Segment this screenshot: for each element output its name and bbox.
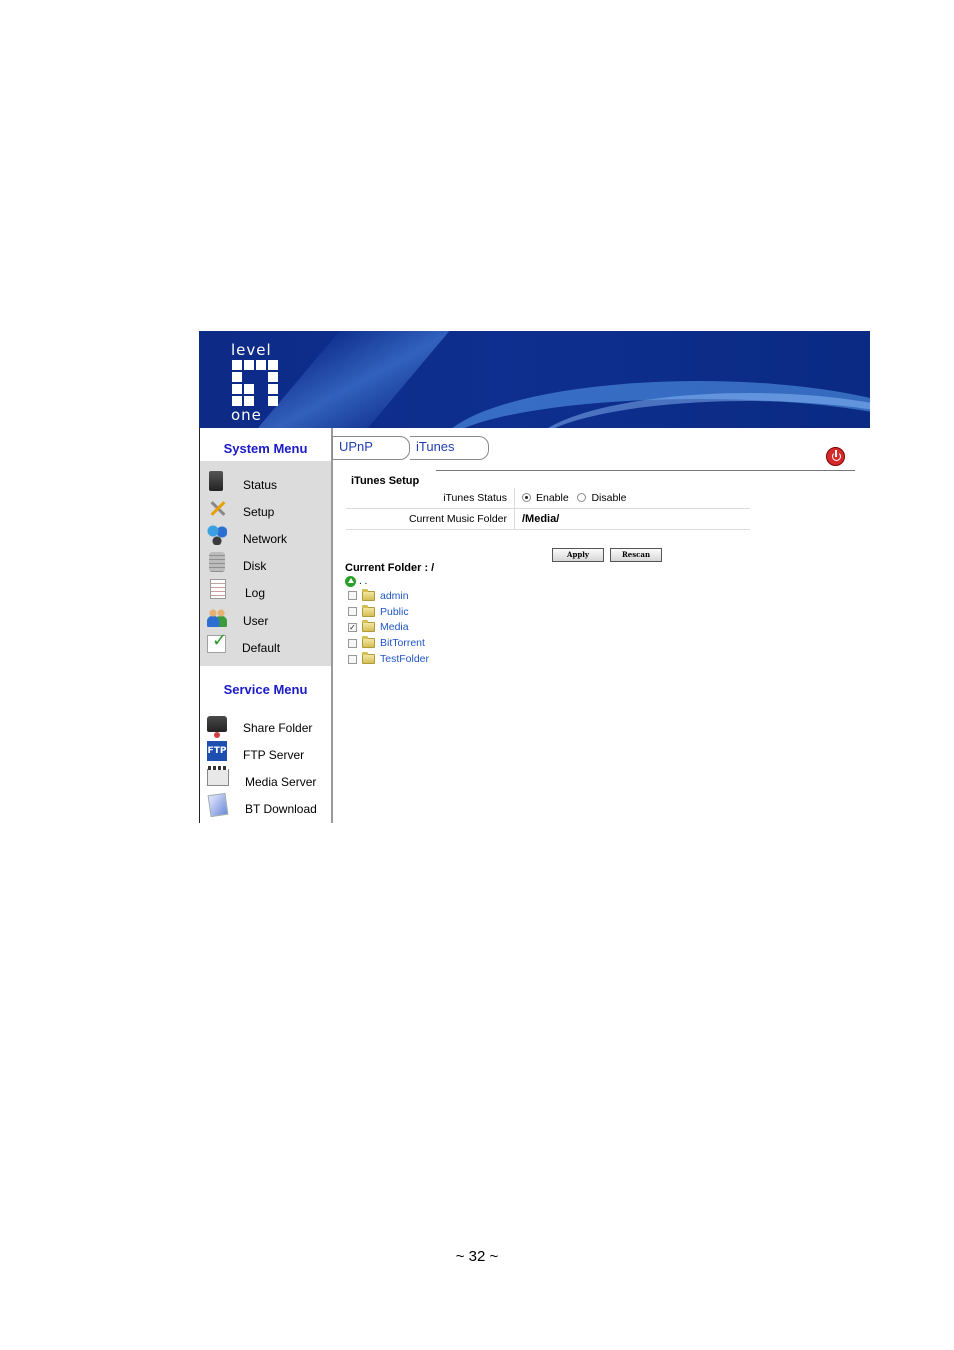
sidebar-item-label: BT Download: [245, 802, 317, 817]
folder-checkbox-checked[interactable]: ✓: [348, 622, 357, 632]
log-icon: [210, 579, 226, 600]
folder-list: admin Public ✓ Media BitTorrent TestFold…: [348, 588, 429, 667]
rescan-button[interactable]: Rescan: [610, 548, 662, 562]
sidebar-item-label: Network: [243, 531, 288, 546]
music-folder-row: Current Music Folder /Media/: [346, 508, 750, 530]
disable-radio[interactable]: [577, 493, 587, 502]
nas-admin-screenshot: level one System Menu Status Setup Netwo…: [199, 331, 870, 823]
sidebar-item-label: Setup: [243, 504, 275, 519]
list-item: admin: [348, 588, 429, 604]
bt-download-icon: [207, 793, 229, 818]
sidebar-item-disk[interactable]: Disk: [200, 549, 331, 576]
user-icon: [207, 606, 227, 627]
system-menu: Status Setup Network Disk Log User ✓ Def…: [200, 461, 331, 666]
folder-icon: [362, 588, 375, 601]
apply-button[interactable]: Apply: [552, 548, 604, 562]
enable-label: Enable: [536, 492, 569, 504]
sidebar-item-ftp-server[interactable]: FTP FTP Server: [200, 737, 331, 764]
itunes-setup-title: iTunes Setup: [351, 475, 420, 487]
tab-upnp[interactable]: UPnP: [332, 436, 410, 460]
sidebar-item-media-server[interactable]: Media Server: [200, 764, 331, 791]
sidebar-item-user[interactable]: User: [200, 603, 331, 630]
music-folder-label: Current Music Folder: [346, 508, 515, 530]
setup-icon: [207, 498, 227, 518]
current-folder-label: Current Folder : /: [345, 562, 435, 574]
sidebar: System Menu Status Setup Network Disk Lo…: [199, 428, 333, 823]
disable-label: Disable: [591, 492, 627, 504]
music-folder-value: /Media/: [514, 508, 750, 530]
folder-checkbox[interactable]: [348, 591, 357, 601]
sidebar-item-label: Default: [242, 640, 281, 655]
levelone-logo: level one: [231, 343, 279, 423]
main-panel: UPnP iTunes iTunes Setup iTunes Status E…: [332, 428, 870, 823]
sidebar-item-network[interactable]: Network: [200, 521, 331, 548]
media-server-icon: [207, 766, 229, 787]
sidebar-item-label: Media Server: [245, 774, 317, 789]
sidebar-item-label: Status: [243, 477, 278, 492]
folder-checkbox[interactable]: [348, 638, 357, 648]
tab-itunes[interactable]: iTunes: [410, 436, 489, 460]
service-menu: Share Folder FTP FTP Server Media Server…: [200, 706, 331, 819]
up-arrow-icon: [345, 576, 356, 587]
logo-text-bottom: one: [231, 406, 262, 424]
list-item: BitTorrent: [348, 635, 429, 651]
folder-link[interactable]: TestFolder: [380, 653, 429, 665]
tab-underline: [436, 470, 855, 471]
sidebar-item-label: Share Folder: [243, 720, 313, 735]
network-icon: [207, 524, 227, 545]
sidebar-item-setup[interactable]: Setup: [200, 494, 331, 521]
itunes-status-options: Enable Disable: [514, 488, 750, 509]
logo-grid-icon: [232, 360, 279, 406]
status-icon: [209, 470, 223, 491]
folder-link[interactable]: Media: [380, 621, 409, 633]
folder-checkbox[interactable]: [348, 607, 357, 617]
sidebar-item-label: FTP Server: [243, 747, 305, 762]
page-number: ~ 32 ~: [455, 1248, 499, 1265]
itunes-setup-table: iTunes Status Enable Disable Current Mus…: [346, 488, 750, 530]
sidebar-item-default[interactable]: Default: [200, 630, 331, 657]
itunes-status-label: iTunes Status: [346, 488, 515, 509]
header-banner: level one: [199, 331, 870, 428]
sidebar-item-bt-download[interactable]: BT Download: [200, 792, 331, 819]
folder-icon: [362, 604, 375, 617]
sidebar-item-label: User: [243, 613, 269, 628]
enable-radio[interactable]: [522, 493, 531, 502]
folder-icon: [362, 636, 375, 649]
sidebar-item-status[interactable]: Status: [200, 467, 331, 494]
share-folder-icon: [207, 715, 227, 738]
system-menu-title: System Menu: [223, 441, 308, 456]
folder-checkbox[interactable]: [348, 654, 357, 664]
sidebar-item-label: Disk: [243, 559, 267, 574]
list-item: ✓ Media: [348, 620, 429, 636]
logo-text-top: level: [231, 341, 272, 359]
tab-bar: UPnP iTunes: [332, 436, 855, 471]
default-icon: [207, 630, 227, 653]
folder-link[interactable]: admin: [380, 590, 409, 602]
sidebar-item-share-folder[interactable]: Share Folder: [200, 710, 331, 738]
disk-icon: [209, 552, 225, 573]
ftp-icon: FTP: [207, 740, 227, 761]
list-item: TestFolder: [348, 651, 429, 667]
list-item: Public: [348, 604, 429, 620]
folder-link[interactable]: BitTorrent: [380, 637, 425, 649]
folder-icon: [362, 652, 375, 665]
sidebar-item-log[interactable]: Log: [200, 576, 331, 603]
folder-icon: [362, 620, 375, 633]
sidebar-item-label: Log: [245, 586, 266, 601]
parent-folder-label: . .: [359, 576, 368, 587]
service-menu-title: Service Menu: [223, 682, 308, 697]
power-icon[interactable]: [826, 447, 845, 466]
parent-folder-link[interactable]: . .: [345, 576, 367, 587]
folder-link[interactable]: Public: [380, 606, 409, 618]
itunes-status-row: iTunes Status Enable Disable: [346, 488, 750, 509]
